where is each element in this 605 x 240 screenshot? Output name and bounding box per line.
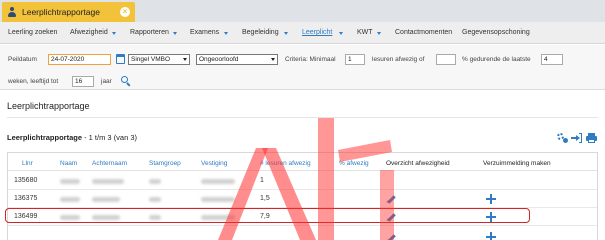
- jaar-label: jaar: [101, 78, 112, 85]
- cell-lesuren: 1,5: [260, 195, 270, 202]
- plus-icon[interactable]: [486, 194, 496, 204]
- settings-icon[interactable]: [557, 133, 568, 143]
- menu-bar: Leerling zoeken Afwezigheid Rapporteren …: [0, 22, 605, 44]
- results-table: Llnr Naam Achternaam Stamgroep Vestiging…: [7, 152, 598, 240]
- pencil-icon[interactable]: [385, 194, 396, 204]
- search-icon[interactable]: [121, 76, 131, 87]
- section-title-label: Leerplichtrapportage: [7, 133, 83, 142]
- pencil-icon[interactable]: [385, 233, 396, 240]
- tab-strip: Leerplichtrapportage ×: [0, 0, 605, 22]
- cell-llnr: 136375: [14, 195, 38, 202]
- cell-llnr: 135680: [14, 177, 38, 184]
- chevron-down-icon: [377, 32, 381, 35]
- menu-item-kwt[interactable]: KWT: [357, 29, 373, 36]
- groep-select-value: Singel VMBO: [131, 56, 171, 63]
- chevron-down-icon: [183, 58, 187, 61]
- menu-item-rapporteren[interactable]: Rapporteren: [130, 29, 169, 36]
- table-row[interactable]: 135680 1: [8, 173, 597, 190]
- peildatum-input[interactable]: 24-07-2020: [48, 54, 111, 65]
- menu-item-leerplicht[interactable]: Leerplicht: [302, 29, 332, 36]
- column-header-vestiging[interactable]: Vestiging: [201, 160, 227, 167]
- export-icon[interactable]: [571, 133, 582, 143]
- calendar-icon[interactable]: [116, 54, 125, 64]
- redacted-achternaam: [92, 179, 124, 184]
- lesuren-label: lesuren afwezig of: [372, 56, 425, 63]
- redacted-vestiging: [201, 197, 235, 202]
- menu-item-gegevensopschoning[interactable]: Gegevensopschoning: [462, 29, 530, 36]
- row-highlight-annotation: [5, 208, 530, 223]
- menu-item-leerling-zoeken[interactable]: Leerling zoeken: [8, 29, 57, 36]
- reden-select-value: Ongeoorloofd: [199, 56, 239, 63]
- menu-item-contactmomenten[interactable]: Contactmomenten: [395, 29, 452, 36]
- chevron-down-icon: [173, 32, 177, 35]
- menu-item-afwezigheid[interactable]: Afwezigheid: [70, 29, 108, 36]
- print-icon[interactable]: [586, 133, 597, 143]
- column-header-stamgroep[interactable]: Stamgroep: [149, 160, 181, 167]
- cell-lesuren: 1: [260, 177, 264, 184]
- weken-label: weken, leeftijd tot: [8, 78, 59, 85]
- column-header-naam[interactable]: Naam: [60, 160, 77, 167]
- filter-bar: Peildatum 24-07-2020 Singel VMBO Ongeoor…: [0, 45, 605, 90]
- user-icon: [8, 7, 16, 17]
- section-title: Leerplichtrapportage - 1 t/m 3 (van 3): [7, 133, 137, 142]
- redacted-stamgroep: [149, 197, 161, 202]
- criteria-label: Criteria: Minimaal: [285, 56, 336, 63]
- section-count: - 1 t/m 3 (van 3): [82, 133, 138, 142]
- column-header-verzuimmelding: Verzuimmelding maken: [483, 160, 551, 167]
- percentage-input[interactable]: [436, 54, 456, 65]
- chevron-down-icon: [112, 32, 116, 35]
- reden-select[interactable]: Ongeoorloofd: [196, 54, 278, 65]
- table-row[interactable]: 136375 1,5: [8, 191, 597, 208]
- column-header-percentage[interactable]: % afwezig: [339, 160, 369, 167]
- column-header-lesuren[interactable]: # lesuren afwezig: [260, 160, 311, 167]
- weken-input[interactable]: 4: [541, 54, 563, 65]
- tab-label: Leerplichtrapportage: [22, 7, 100, 17]
- redacted-achternaam: [92, 197, 120, 202]
- redacted-naam: [60, 179, 80, 184]
- column-header-achternaam[interactable]: Achternaam: [92, 160, 127, 167]
- column-header-overzicht: Overzicht afwezigheid: [386, 160, 450, 167]
- plus-icon[interactable]: [486, 232, 496, 240]
- column-header-llnr[interactable]: Llnr: [22, 160, 33, 167]
- groep-select[interactable]: Singel VMBO: [128, 54, 190, 65]
- page-title: Leerplichtrapportage: [7, 101, 90, 111]
- redacted-vestiging: [201, 179, 235, 184]
- redacted-naam: [60, 197, 80, 202]
- header-divider: [8, 170, 597, 171]
- chevron-down-icon: [224, 32, 228, 35]
- tab-leerplichtrapportage[interactable]: Leerplichtrapportage ×: [2, 2, 135, 22]
- peildatum-label: Peildatum: [8, 56, 37, 63]
- chevron-down-icon: [284, 32, 288, 35]
- table-row[interactable]: [8, 227, 597, 240]
- menu-item-examens[interactable]: Examens: [190, 29, 219, 36]
- chevron-down-icon: [271, 58, 275, 61]
- redacted-stamgroep: [149, 179, 161, 184]
- chevron-down-icon: [339, 32, 343, 35]
- close-icon[interactable]: ×: [120, 7, 130, 17]
- divider: [7, 117, 598, 118]
- leeftijd-input[interactable]: 16: [72, 76, 94, 87]
- minimaal-input[interactable]: 1: [345, 54, 365, 65]
- percentage-label: % gedurende de laatste: [462, 56, 531, 63]
- menu-item-begeleiding[interactable]: Begeleiding: [242, 29, 279, 36]
